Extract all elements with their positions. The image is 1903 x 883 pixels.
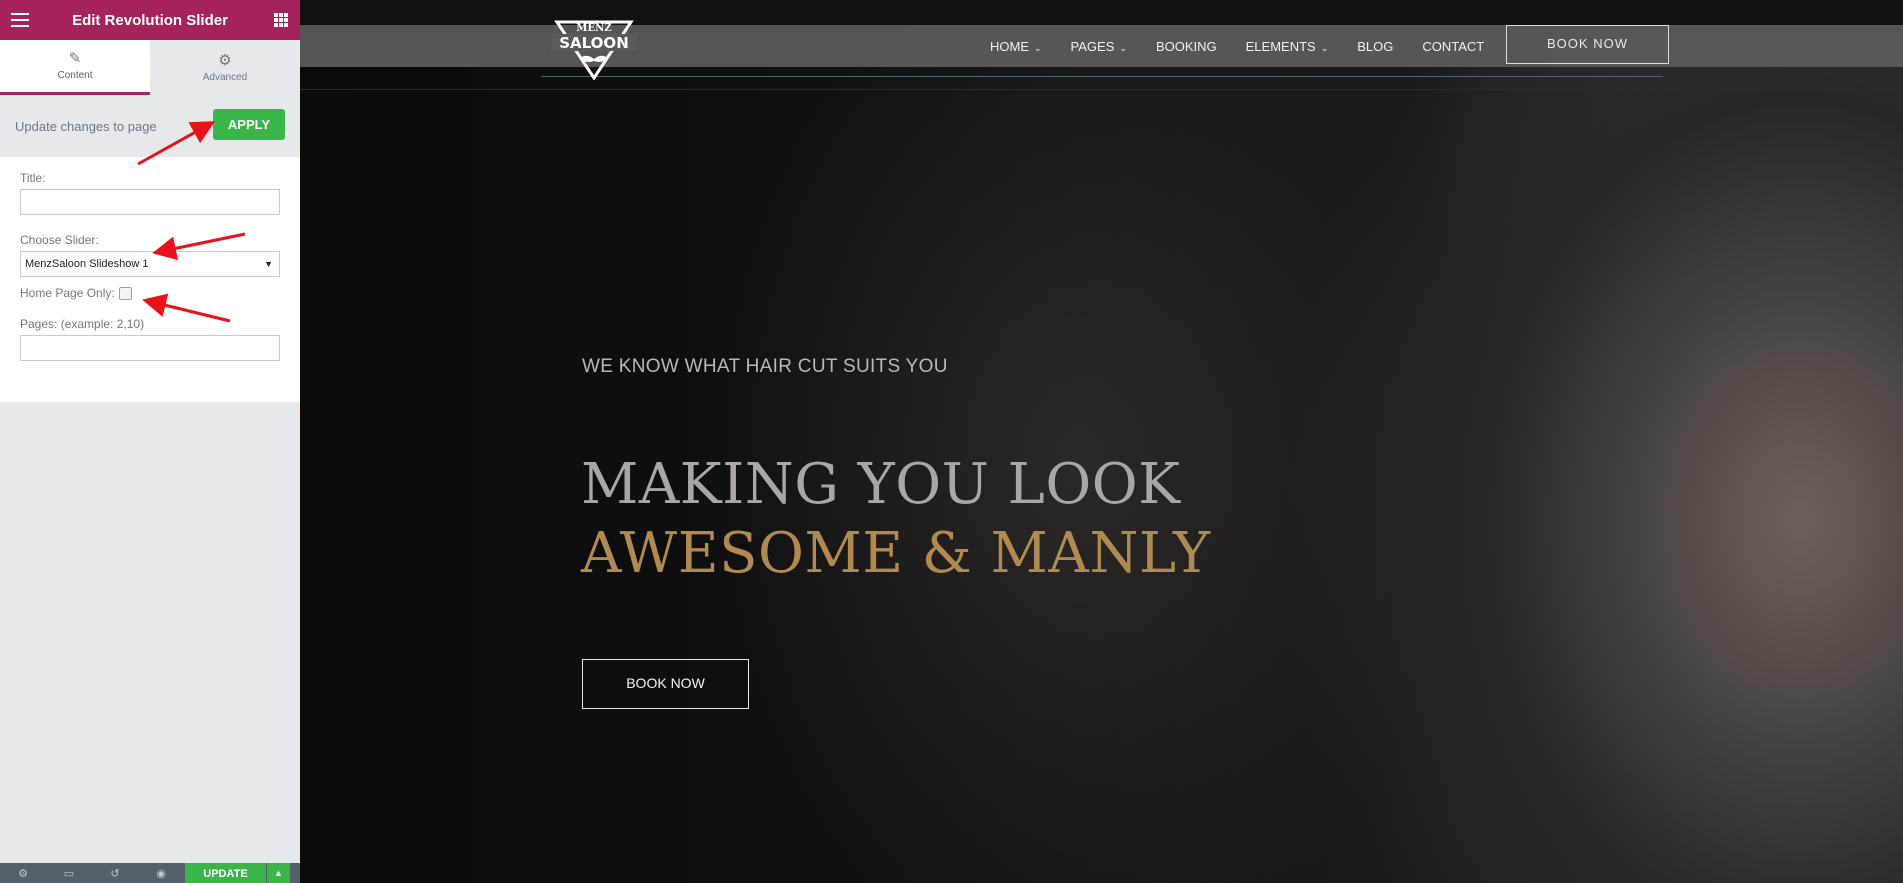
book-now-nav-button[interactable]: BOOK NOW — [1506, 25, 1669, 64]
widgets-grid-icon[interactable] — [274, 13, 288, 27]
site-main-menu: HOME ⌄ PAGES ⌄ BOOKING ELEMENTS ⌄ BLOG CONT… — [990, 25, 1513, 67]
pages-label: Pages: (example: 2,10) — [20, 317, 145, 331]
site-logo[interactable]: MENZ SALOON — [547, 14, 641, 80]
editor-panel: Edit Revolution Slider ✎ Content ⚙ Advan… — [0, 0, 300, 883]
menu-item-contact-label: CONTACT — [1422, 38, 1485, 54]
menu-item-contact[interactable]: CONTACT — [1422, 39, 1484, 54]
panel-tabs: ✎ Content ⚙ Advanced — [0, 40, 300, 95]
menu-item-home[interactable]: HOME ⌄ — [990, 39, 1042, 54]
menu-item-blog[interactable]: BLOG — [1357, 39, 1393, 54]
site-preview: MENZ SALOON HOME ⌄ PAGES ⌄ BOOKING ELEMENT… — [300, 0, 1903, 883]
home-page-only-checkbox[interactable] — [118, 286, 132, 300]
settings-icon[interactable]: ⚙ — [0, 867, 46, 880]
menu-item-pages-label: PAGES — [1070, 38, 1115, 54]
hamburger-menu-icon[interactable] — [11, 13, 29, 27]
menu-item-home-label: HOME — [990, 38, 1029, 54]
gear-icon: ⚙ — [218, 51, 232, 69]
menu-item-elements-label: ELEMENTS — [1245, 38, 1316, 54]
menu-item-booking[interactable]: BOOKING — [1156, 39, 1217, 54]
menu-item-elements[interactable]: ELEMENTS ⌄ — [1246, 39, 1329, 54]
tab-advanced-label: Advanced — [202, 71, 248, 83]
home-page-only-label: Home Page Only: — [20, 286, 115, 300]
nav-divider-lower — [300, 89, 1903, 90]
site-topbar — [300, 0, 1903, 25]
menu-item-pages[interactable]: PAGES ⌄ — [1071, 39, 1127, 54]
update-options-arrow-icon[interactable]: ▲ — [267, 863, 290, 883]
responsive-icon[interactable]: ▭ — [46, 867, 92, 880]
history-icon[interactable]: ↺ — [92, 867, 138, 880]
logo-text-top: MENZ — [576, 23, 611, 34]
hero-book-now-button[interactable]: BOOK NOW — [582, 659, 749, 709]
pencil-icon: ✎ — [68, 50, 82, 67]
home-page-only-row: Home Page Only: — [20, 286, 280, 300]
hero-headline-line1: MAKING YOU LOOK — [581, 452, 1181, 517]
panel-title: Edit Revolution Slider — [72, 11, 228, 29]
chevron-down-icon: ⌄ — [1034, 42, 1042, 53]
menu-item-blog-label: BLOG — [1357, 38, 1394, 54]
apply-row: Update changes to page APPLY — [0, 95, 300, 157]
tab-content[interactable]: ✎ Content — [0, 40, 150, 95]
hero-tagline: WE KNOW WHAT HAIR CUT SUITS YOU — [582, 356, 948, 377]
panel-header: Edit Revolution Slider — [0, 0, 300, 40]
pages-input[interactable] — [20, 335, 280, 361]
nav-divider — [541, 76, 1663, 77]
update-button[interactable]: UPDATE — [185, 863, 266, 883]
update-changes-text: Update changes to page — [15, 118, 157, 134]
preview-eye-icon[interactable]: ◉ — [138, 867, 184, 880]
choose-slider-label: Choose Slider: — [20, 233, 99, 247]
slider-settings-form: Title: Choose Slider: MenzSaloon Slidesh… — [0, 157, 300, 402]
apply-button[interactable]: APPLY — [213, 109, 285, 140]
tab-advanced[interactable]: ⚙ Advanced — [150, 40, 300, 95]
title-input[interactable] — [20, 189, 280, 215]
dropdown-arrow-icon: ▼ — [264, 259, 273, 269]
chevron-down-icon: ⌄ — [1320, 42, 1329, 53]
choose-slider-select[interactable]: MenzSaloon Slideshow 1 ▼ — [20, 251, 280, 277]
chevron-down-icon: ⌄ — [1119, 42, 1127, 53]
tab-content-label: Content — [57, 70, 93, 81]
logo-text: SALOON — [559, 34, 629, 52]
panel-footer: ⚙ ▭ ↺ ◉ UPDATE ▲ — [0, 863, 300, 883]
choose-slider-value: MenzSaloon Slideshow 1 — [25, 258, 149, 270]
title-label: Title: — [20, 171, 46, 185]
menu-item-booking-label: BOOKING — [1155, 38, 1217, 54]
hero-headline-line2: AWESOME & MANLY — [581, 521, 1211, 586]
